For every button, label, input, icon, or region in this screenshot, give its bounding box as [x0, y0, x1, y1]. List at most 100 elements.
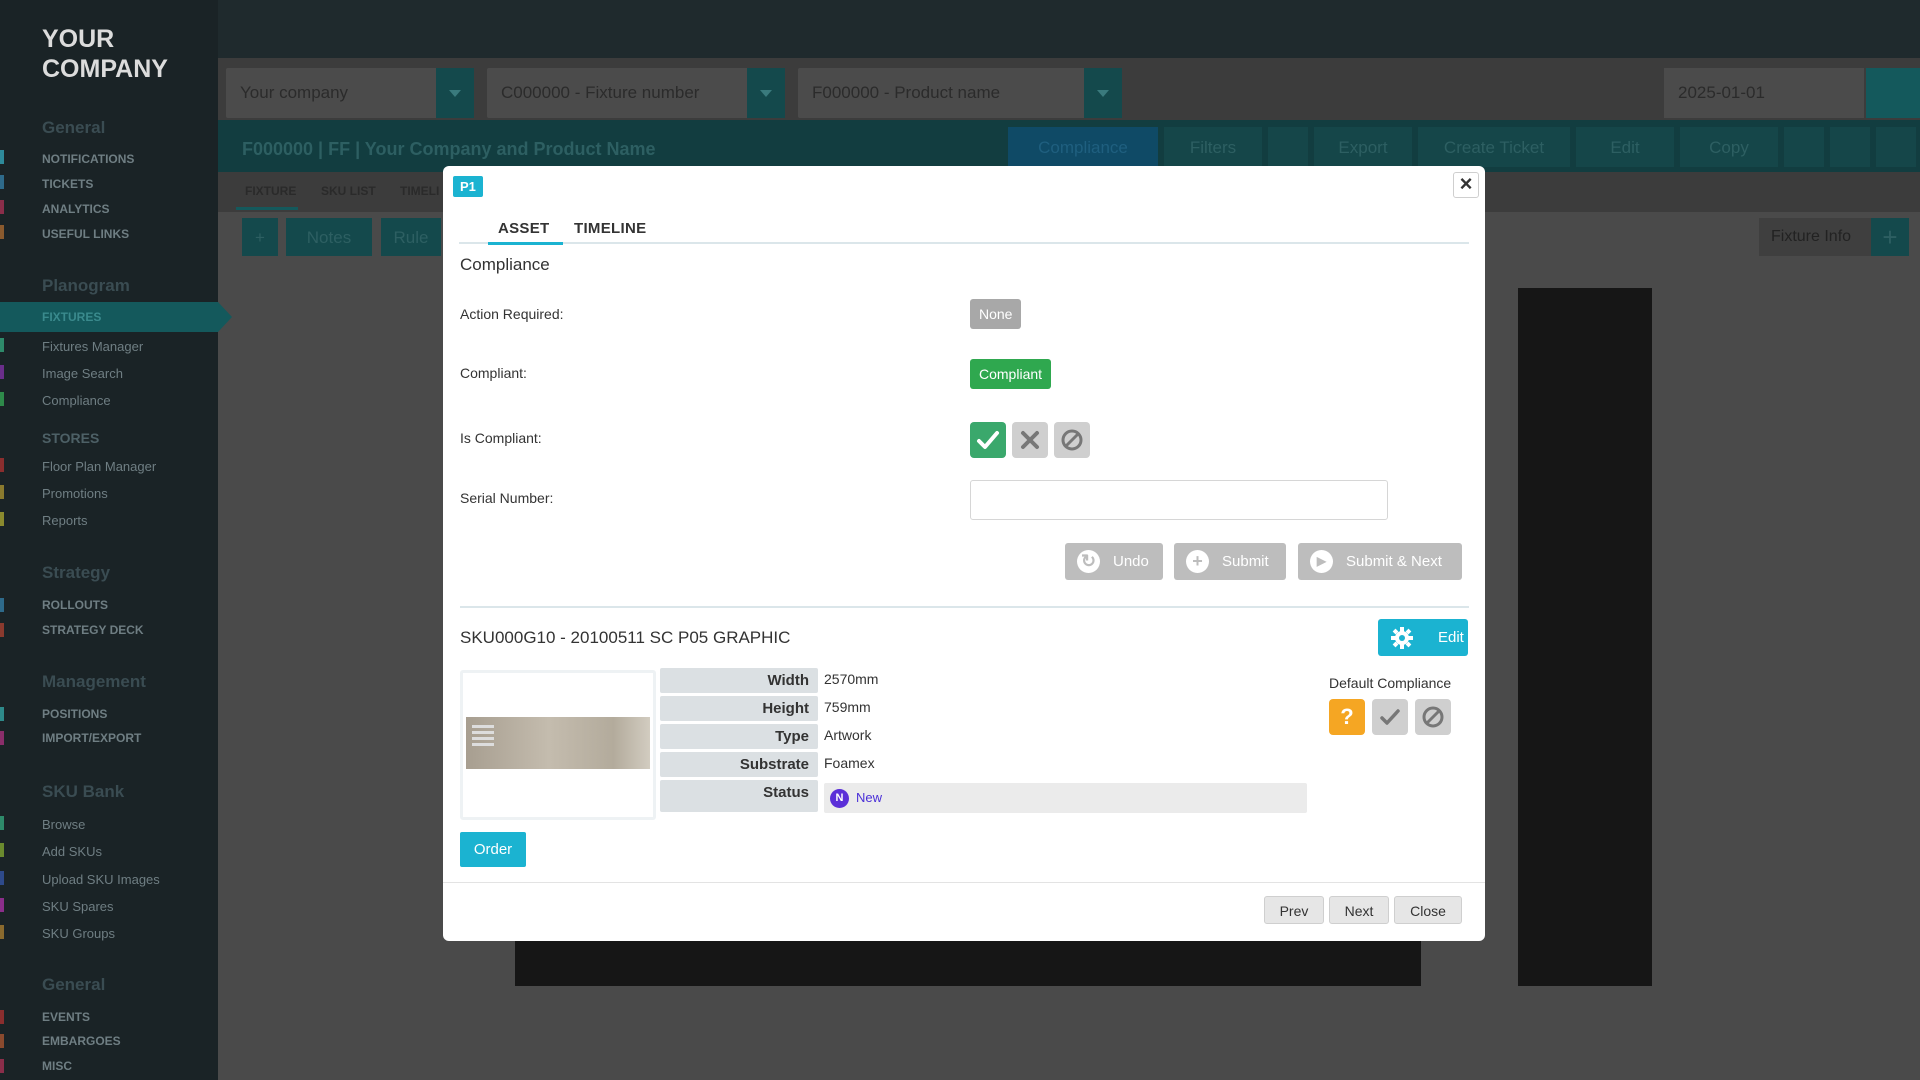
chevron-down-icon[interactable]: [436, 68, 474, 118]
nav-item-tickets[interactable]: TICKETS: [42, 177, 93, 191]
undo-label: Undo: [1113, 553, 1149, 570]
nav-item-compliance[interactable]: Compliance: [42, 393, 111, 408]
play-icon: ▶: [1310, 550, 1333, 573]
nav-item-rollouts[interactable]: ROLLOUTS: [42, 598, 108, 612]
nav-item-add-skus[interactable]: Add SKUs: [42, 844, 102, 859]
x-icon: [1021, 431, 1039, 449]
nav-section-stores: STORES: [42, 430, 100, 446]
chevron-down-icon[interactable]: [747, 68, 785, 118]
serial-number-label: Serial Number:: [460, 490, 554, 506]
nav-item-sku-groups[interactable]: SKU Groups: [42, 926, 115, 941]
nav-item-image-search[interactable]: Image Search: [42, 366, 123, 381]
add-icon[interactable]: +: [242, 218, 278, 256]
top-bar: [218, 0, 1920, 58]
grid-icon[interactable]: [1866, 68, 1920, 118]
fixture-info-button[interactable]: Fixture Info: [1759, 218, 1871, 256]
nav-item-events[interactable]: EVENTS: [42, 1010, 90, 1024]
create-ticket-button[interactable]: Create Ticket: [1418, 127, 1570, 167]
nav-section-management: Management: [42, 672, 146, 691]
compliant-no-button[interactable]: [1012, 422, 1048, 458]
compliant-yes-button[interactable]: [970, 422, 1006, 458]
nav-item-browse[interactable]: Browse: [42, 817, 85, 832]
nav-section-sku-bank: SKU Bank: [42, 782, 125, 801]
nav-item-floor-plan-manager[interactable]: Floor Plan Manager: [42, 459, 156, 474]
order-button[interactable]: Order: [460, 832, 526, 867]
compliant-badge: Compliant: [970, 359, 1052, 389]
grid-view-icon[interactable]: [1268, 127, 1308, 167]
artwork-image: [466, 717, 650, 769]
tab-sku-list[interactable]: SKU LIST: [321, 184, 376, 198]
nav-item-promotions[interactable]: Promotions: [42, 486, 108, 501]
company-select[interactable]: Your company: [226, 68, 474, 118]
nav-item-import-export[interactable]: IMPORT/EXPORT: [42, 731, 141, 745]
notes-button[interactable]: Notes: [286, 218, 372, 256]
submit-next-label: Submit & Next: [1346, 553, 1442, 570]
compliance-button[interactable]: Compliance: [1008, 127, 1158, 167]
undo-button[interactable]: ↻ Undo: [1065, 543, 1163, 580]
nav-item-analytics[interactable]: ANALYTICS: [42, 202, 110, 216]
filters-button[interactable]: Filters: [1164, 127, 1262, 167]
check-icon: [1380, 709, 1400, 725]
tab-timeline[interactable]: TIMELI: [400, 184, 439, 198]
default-na-button[interactable]: [1415, 699, 1451, 735]
is-compliant-label: Is Compliant:: [460, 430, 542, 446]
width-label: Width: [660, 668, 818, 693]
chevron-left-icon[interactable]: [1830, 127, 1870, 167]
nav-item-reports[interactable]: Reports: [42, 513, 88, 528]
action-required-label: Action Required:: [460, 306, 564, 322]
type-label: Type: [660, 724, 818, 749]
edit-fixture-button[interactable]: Edit: [1576, 127, 1674, 167]
sku-thumbnail[interactable]: [460, 670, 656, 820]
nav-item-positions[interactable]: POSITIONS: [42, 707, 107, 721]
check-icon: [977, 431, 999, 449]
nav-item-sku-spares[interactable]: SKU Spares: [42, 899, 114, 914]
fixture-select[interactable]: C000000 - Fixture number: [487, 68, 785, 118]
close-icon[interactable]: ×: [1453, 172, 1479, 198]
date-field[interactable]: 2025-01-01: [1664, 68, 1864, 118]
edit-button[interactable]: Edit: [1378, 619, 1468, 656]
prev-button[interactable]: Prev: [1264, 896, 1324, 924]
modal-tabs: ASSET TIMELINE: [459, 212, 1469, 244]
nav-item-embargoes[interactable]: EMBARGOES: [42, 1034, 121, 1048]
question-icon[interactable]: ?: [1329, 699, 1365, 735]
fixture-title: F000000 | FF | Your Company and Product …: [242, 139, 656, 159]
copy-button[interactable]: Copy: [1680, 127, 1778, 167]
submit-label: Submit: [1222, 553, 1269, 570]
next-button[interactable]: Next: [1329, 896, 1389, 924]
rules-button[interactable]: Rule: [381, 218, 441, 256]
tab-asset[interactable]: ASSET: [498, 220, 550, 237]
serial-number-input[interactable]: [970, 480, 1388, 520]
nav-item-useful-links[interactable]: USEFUL LINKS: [42, 227, 129, 241]
status-value: New: [856, 790, 883, 805]
default-compliance-label: Default Compliance: [1329, 675, 1452, 691]
export-button[interactable]: Export: [1314, 127, 1412, 167]
status-label: Status: [660, 780, 818, 812]
nav-section-general: General: [42, 118, 106, 137]
close-button[interactable]: Close: [1394, 896, 1462, 924]
nav-item-misc[interactable]: MISC: [42, 1059, 72, 1073]
tab-fixture[interactable]: FIXTURE: [245, 184, 296, 198]
product-select[interactable]: F000000 - Product name: [798, 68, 1122, 118]
nav-item-fixtures[interactable]: FIXTURES: [42, 310, 101, 324]
ban-icon: [1061, 429, 1083, 451]
chevron-down-icon[interactable]: [1084, 68, 1122, 118]
nav-item-fixtures-manager[interactable]: Fixtures Manager: [42, 339, 143, 354]
add-icon[interactable]: +: [1871, 218, 1909, 256]
compliant-na-button[interactable]: [1054, 422, 1090, 458]
chevron-right-icon[interactable]: [1876, 127, 1916, 167]
divider: [460, 606, 1469, 608]
nav-item-strategy-deck[interactable]: STRATEGY DECK: [42, 623, 144, 637]
action-required-badge: None: [970, 299, 1022, 329]
submit-button[interactable]: + Submit: [1174, 543, 1286, 580]
height-value: 759mm: [824, 699, 871, 715]
close-icon[interactable]: [1784, 127, 1824, 167]
fixture-canvas-shelf: [515, 940, 1421, 986]
submit-next-button[interactable]: ▶ Submit & Next: [1298, 543, 1462, 580]
nav-item-notifications[interactable]: NOTIFICATIONS: [42, 152, 134, 166]
tab-timeline[interactable]: TIMELINE: [574, 220, 646, 237]
tab-underline: [236, 207, 298, 210]
nav-item-upload-sku-images[interactable]: Upload SKU Images: [42, 872, 160, 887]
company-select-value: Your company: [240, 83, 349, 102]
default-compliant-button[interactable]: [1372, 699, 1408, 735]
nav-section-general-2: General: [42, 975, 106, 994]
